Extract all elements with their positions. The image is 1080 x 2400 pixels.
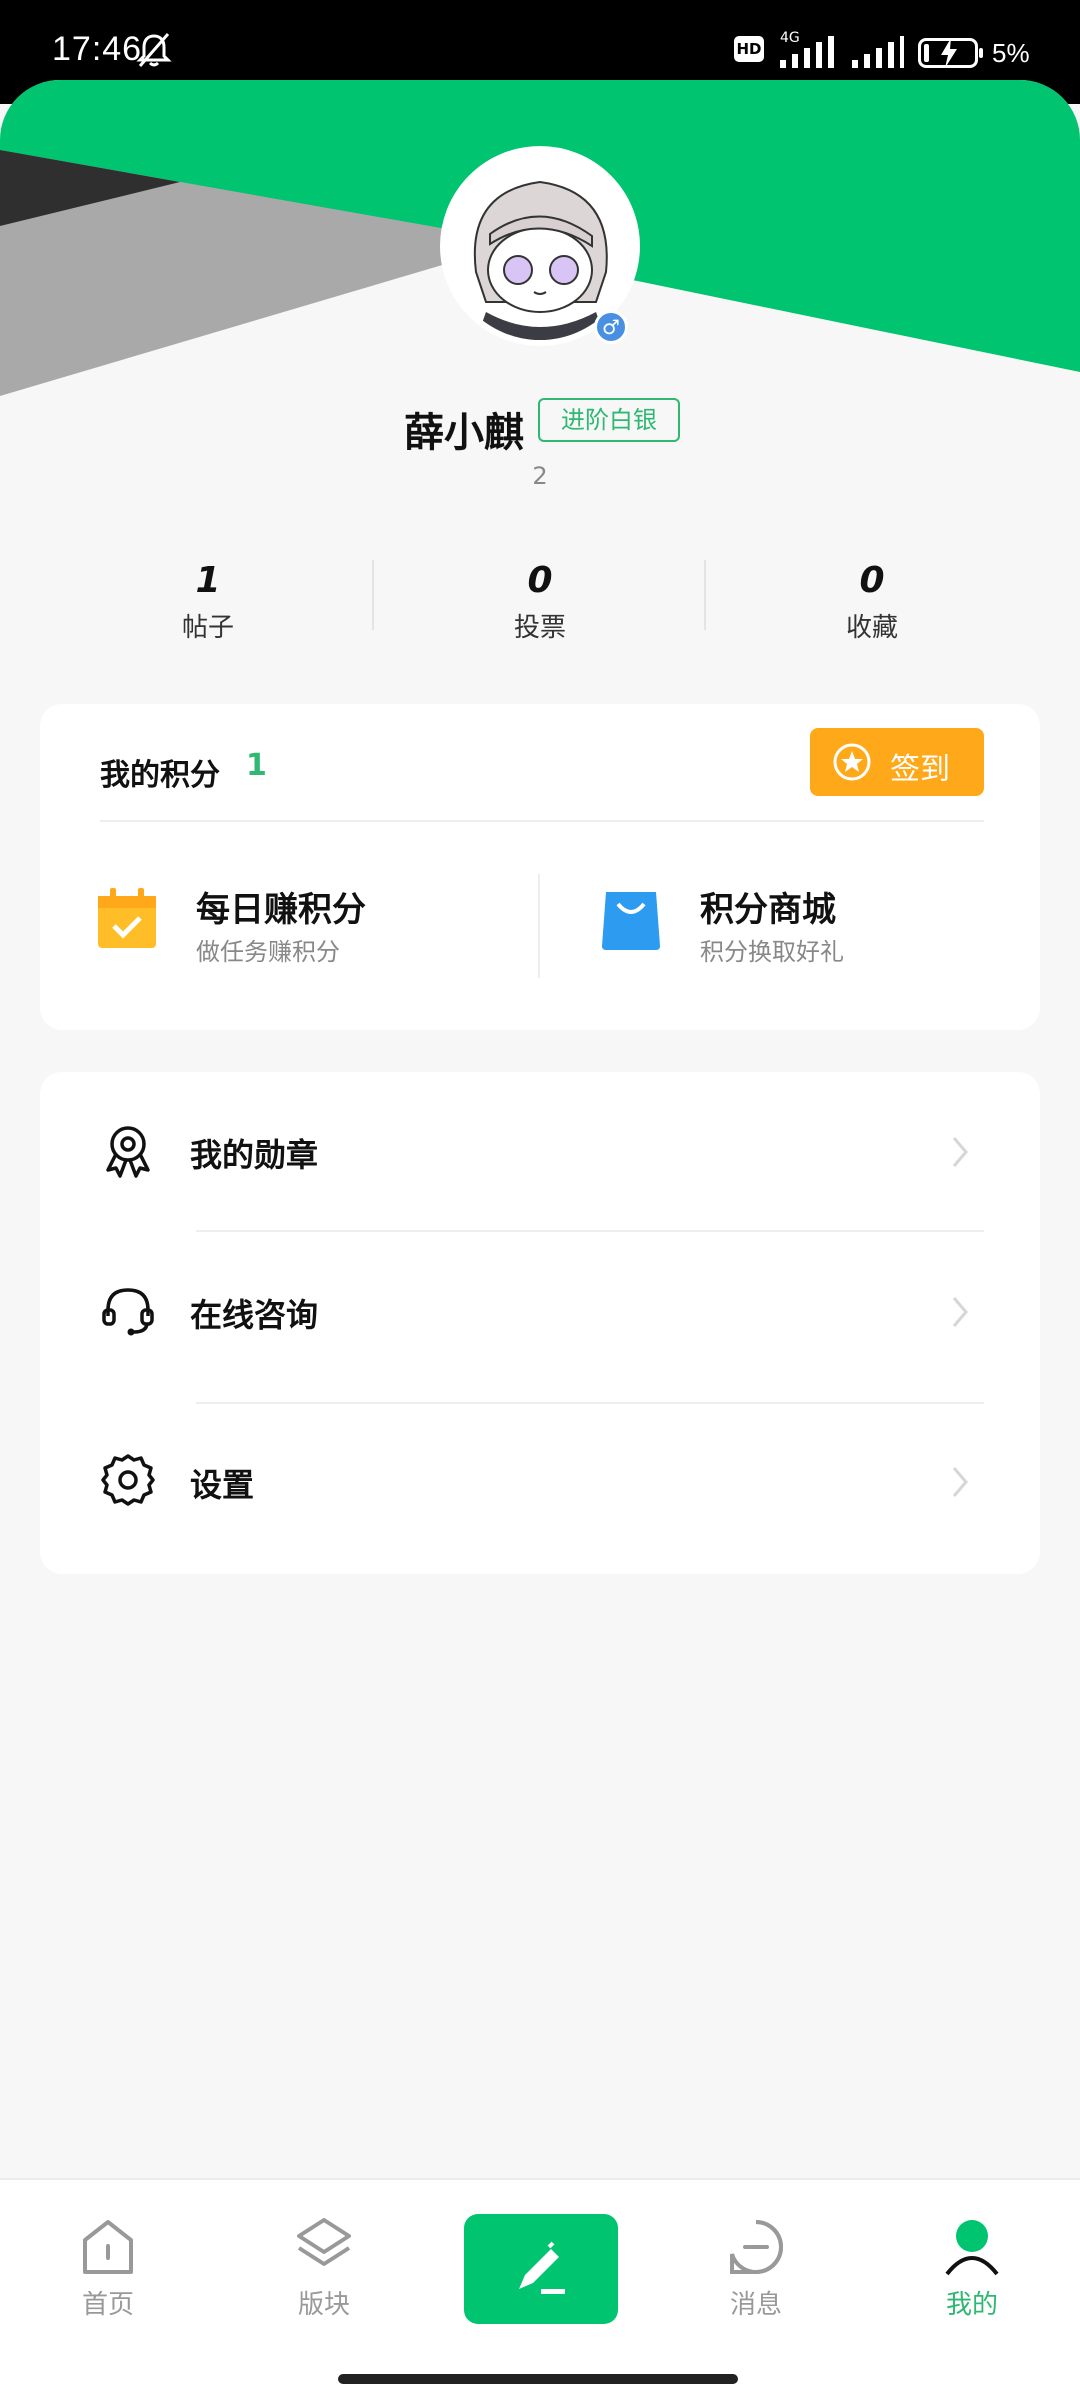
tab-profile[interactable]: 我的 [902, 2216, 1042, 2321]
stat-posts[interactable]: 1 帖子 [88, 560, 328, 644]
layers-icon [297, 2218, 351, 2266]
message-icon [730, 2220, 784, 2274]
male-icon: ♂ [594, 310, 628, 344]
stat-favorites[interactable]: 0 收藏 [752, 560, 992, 644]
bell-muted-icon [136, 33, 172, 67]
menu-item-medals[interactable]: 我的勋章 [40, 1072, 1040, 1222]
profile-icon [945, 2220, 999, 2276]
chevron-right-icon [952, 1467, 968, 1497]
stat-label: 帖子 [181, 613, 234, 643]
stat-value: 1 [195, 560, 221, 601]
feature-title: 积分商城 [700, 890, 836, 930]
user-id: 2 [532, 462, 548, 490]
home-indicator[interactable] [338, 2374, 738, 2384]
checkin-label: 签到 [890, 752, 950, 787]
medal-icon [106, 1126, 150, 1178]
stat-value: 0 [527, 560, 553, 601]
points-mall-button[interactable]: 积分商城 积分换取好礼 [600, 874, 1020, 978]
feature-subtitle: 做任务赚积分 [196, 938, 340, 966]
menu-item-settings[interactable]: 设置 [40, 1402, 1040, 1552]
chevron-right-icon [952, 1297, 968, 1327]
feature-title: 每日赚积分 [196, 890, 366, 930]
feature-subtitle: 积分换取好礼 [700, 938, 844, 966]
menu-card: 我的勋章 在线咨询 设置 [40, 1072, 1040, 1574]
star-icon [833, 743, 871, 781]
gear-icon [101, 1454, 155, 1506]
shopping-bag-icon [602, 892, 660, 950]
tab-label: 消息 [729, 2290, 782, 2320]
tab-label: 首页 [81, 2290, 134, 2320]
tab-sections[interactable]: 版块 [254, 2216, 394, 2321]
menu-label: 我的勋章 [190, 1136, 319, 1174]
bottom-nav: 首页 版块 消息 我的 [0, 2178, 1080, 2400]
username: 薛小麒 [404, 410, 524, 456]
stat-label: 收藏 [845, 613, 898, 643]
chevron-right-icon [952, 1137, 968, 1167]
stat-value: 0 [859, 560, 885, 601]
tab-messages[interactable]: 消息 [686, 2216, 826, 2321]
daily-points-button[interactable]: 每日赚积分 做任务赚积分 [96, 874, 516, 978]
battery-percent: 5% [992, 38, 1030, 68]
hd-icon: HD [734, 36, 764, 62]
menu-label: 在线咨询 [190, 1296, 319, 1334]
checkin-button[interactable]: 签到 [810, 728, 984, 796]
stats-row: 1 帖子 0 投票 0 收藏 [0, 560, 1080, 643]
points-title: 我的积分 [100, 758, 220, 793]
signal-icon-2 [852, 36, 904, 68]
signal-icon [780, 36, 834, 68]
stat-divider [372, 560, 374, 630]
stat-divider [704, 560, 706, 630]
home-icon [83, 2220, 133, 2274]
calendar-check-icon [98, 888, 156, 948]
compose-button[interactable] [464, 2214, 618, 2324]
divider [100, 820, 984, 822]
tab-home[interactable]: 首页 [38, 2216, 178, 2321]
level-badge[interactable]: 进阶白银 [538, 398, 680, 442]
battery-icon [918, 38, 983, 68]
tab-label: 版块 [297, 2290, 350, 2320]
status-time: 17:46 [52, 30, 143, 68]
stat-votes[interactable]: 0 投票 [420, 560, 660, 644]
stat-label: 投票 [513, 613, 566, 643]
tab-label: 我的 [945, 2290, 998, 2320]
points-value: 1 [246, 748, 267, 783]
headset-icon [102, 1288, 154, 1336]
points-card: 我的积分 1 签到 每日赚积分 做任务赚积分 积分商城 积分换取好礼 [40, 704, 1040, 1030]
edit-icon [519, 2241, 565, 2294]
menu-item-consult[interactable]: 在线咨询 [40, 1232, 1040, 1382]
divider [538, 874, 540, 978]
menu-label: 设置 [190, 1466, 255, 1504]
